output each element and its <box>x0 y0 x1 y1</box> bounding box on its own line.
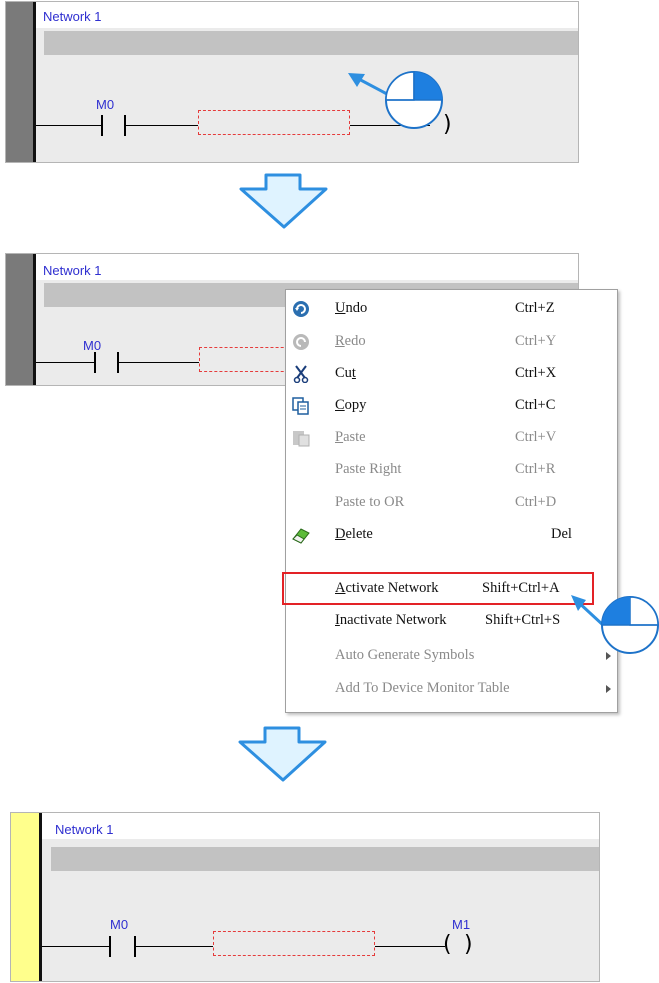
menu-shortcut: Ctrl+X <box>515 365 557 381</box>
network-title: Network 1 <box>55 822 114 837</box>
menu-label-rest: ndo <box>345 300 368 316</box>
network-header <box>36 2 578 28</box>
network-header <box>36 254 578 280</box>
network-header <box>42 813 599 839</box>
submenu-arrow-icon <box>606 685 611 693</box>
network-title: Network 1 <box>43 263 102 278</box>
menu-item-add-to-device-monitor-table[interactable]: Add To Device Monitor Table <box>286 673 615 704</box>
paste-icon <box>293 431 310 447</box>
ladder-panel-after: Network 1 M0 M1 ( ) <box>10 812 600 982</box>
network-bar-active <box>11 813 39 981</box>
menu-item-auto-generate-symbols[interactable]: Auto Generate Symbols <box>286 640 615 671</box>
menu-shortcut: Shift+Ctrl+S <box>485 612 561 628</box>
rung-wire-mid <box>136 946 213 947</box>
submenu-arrow-icon <box>606 652 611 660</box>
network-comment-band <box>44 31 578 55</box>
contact-label: M0 <box>96 97 115 112</box>
menu-shortcut: Ctrl+C <box>515 397 556 413</box>
coil-right-paren: ) <box>464 932 473 957</box>
menu-label: Auto Generate Symbols <box>335 647 475 663</box>
undo-icon <box>293 301 309 317</box>
menu-item-paste[interactable]: Paste Ctrl+V <box>286 422 615 453</box>
menu-shortcut: Ctrl+R <box>515 461 556 477</box>
redo-icon <box>293 334 309 350</box>
menu-shortcut: Ctrl+V <box>515 429 557 445</box>
menu-accel: P <box>335 429 344 445</box>
ladder-panel-before: Network 1 M0 ) <box>5 1 579 163</box>
empty-instruction-box[interactable] <box>213 931 375 956</box>
menu-item-copy[interactable]: Copy Ctrl+C <box>286 390 615 421</box>
menu-label: Paste Right <box>335 461 402 477</box>
menu-label-rest: edo <box>344 333 366 349</box>
menu-item-paste-right[interactable]: Paste Right Ctrl+R <box>286 454 615 485</box>
rung-wire-right <box>375 946 445 947</box>
menu-label-rest: elete <box>345 526 373 542</box>
network-bar-inactive <box>6 2 33 162</box>
menu-shortcut: Ctrl+Y <box>515 333 557 349</box>
rung-wire-left <box>36 362 94 363</box>
network-title: Network 1 <box>43 9 102 24</box>
menu-item-inactivate-network[interactable]: Inactivate Network Shift+Ctrl+S <box>286 605 615 636</box>
copy-icon <box>292 397 309 415</box>
menu-label-rest: opy <box>344 397 367 413</box>
empty-instruction-box[interactable] <box>199 347 299 372</box>
contact-label: M0 <box>83 338 102 353</box>
eraser-icon <box>292 528 310 544</box>
contact-left-bar <box>109 936 111 957</box>
menu-shortcut: Del <box>551 526 572 542</box>
menu-shortcut: Ctrl+Z <box>515 300 555 316</box>
menu-item-redo[interactable]: Redo Ctrl+Y <box>286 326 615 357</box>
menu-item-undo[interactable]: Undo Ctrl+Z <box>286 293 615 324</box>
coil-right-paren: ) <box>443 112 452 137</box>
menu-item-paste-to-or[interactable]: Paste to OR Ctrl+D <box>286 487 615 518</box>
coil-label: M1 <box>452 917 471 932</box>
menu-accel: C <box>335 397 345 413</box>
empty-instruction-box[interactable] <box>198 110 350 135</box>
contact-label: M0 <box>110 917 129 932</box>
menu-accel: U <box>335 300 346 316</box>
network-comment-band <box>51 847 599 871</box>
rung-wire-mid <box>119 362 199 363</box>
menu-label: Paste to OR <box>335 494 405 510</box>
rung-wire-left <box>42 946 109 947</box>
contact-left-bar <box>94 352 96 373</box>
context-menu: Undo Ctrl+Z Redo Ctrl+Y Cut Ctrl+X Copy … <box>285 289 618 713</box>
highlight-activate-network <box>282 572 594 605</box>
network-bar-inactive <box>6 254 33 385</box>
contact-left-bar <box>101 115 103 136</box>
rung-wire-mid <box>126 125 198 126</box>
menu-label-rest: nactivate Network <box>339 612 447 628</box>
menu-label-pre: Cu <box>335 365 352 381</box>
coil-left-paren: ( <box>443 932 452 957</box>
menu-shortcut: Ctrl+D <box>515 494 557 510</box>
scissors-icon <box>293 365 309 383</box>
menu-accel: D <box>335 526 346 542</box>
menu-accel: t <box>351 365 356 381</box>
rung-wire-right <box>350 125 430 126</box>
menu-label: Add To Device Monitor Table <box>335 680 510 696</box>
menu-item-cut[interactable]: Cut Ctrl+X <box>286 358 615 389</box>
rung-wire-left <box>36 125 101 126</box>
menu-item-delete[interactable]: Delete Del <box>286 519 615 550</box>
menu-label-rest: aste <box>343 429 366 445</box>
menu-accel: R <box>335 333 345 349</box>
